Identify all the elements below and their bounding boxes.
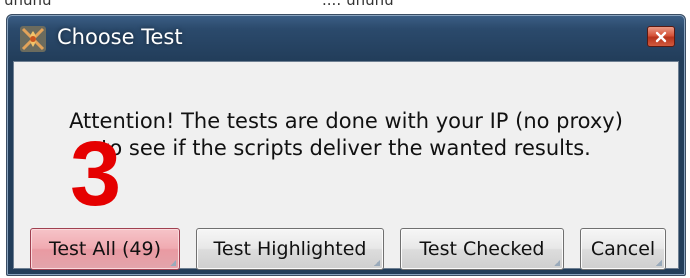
app-flame-icon (20, 26, 46, 52)
button-corner-decoration (554, 260, 560, 266)
background-window-strip: ununu ...: ununu (0, 0, 690, 14)
background-text-left: ununu (4, 0, 52, 9)
window-title: Choose Test (57, 25, 183, 49)
dialog-content: Attention! The tests are done with your … (13, 61, 679, 270)
test-checked-label: Test Checked (419, 238, 545, 260)
test-all-label: Test All (49) (48, 238, 162, 260)
button-corner-decoration (170, 260, 176, 266)
background-text-right: ...: ununu (322, 0, 394, 9)
test-all-button[interactable]: Test All (49) (30, 228, 180, 270)
title-bar[interactable]: Choose Test (7, 15, 685, 61)
test-highlighted-button[interactable]: Test Highlighted (196, 228, 384, 270)
close-button[interactable] (647, 26, 675, 47)
cancel-label: Cancel (590, 238, 656, 260)
close-icon (655, 31, 667, 42)
button-corner-decoration (656, 260, 662, 266)
step-number-annotation: 3 (70, 123, 122, 225)
test-checked-button[interactable]: Test Checked (400, 228, 564, 270)
test-highlighted-label: Test Highlighted (213, 238, 367, 260)
button-corner-decoration (374, 260, 380, 266)
cancel-button[interactable]: Cancel (580, 228, 666, 270)
choose-test-dialog: Choose Test Attention! The tests are don… (6, 14, 686, 276)
